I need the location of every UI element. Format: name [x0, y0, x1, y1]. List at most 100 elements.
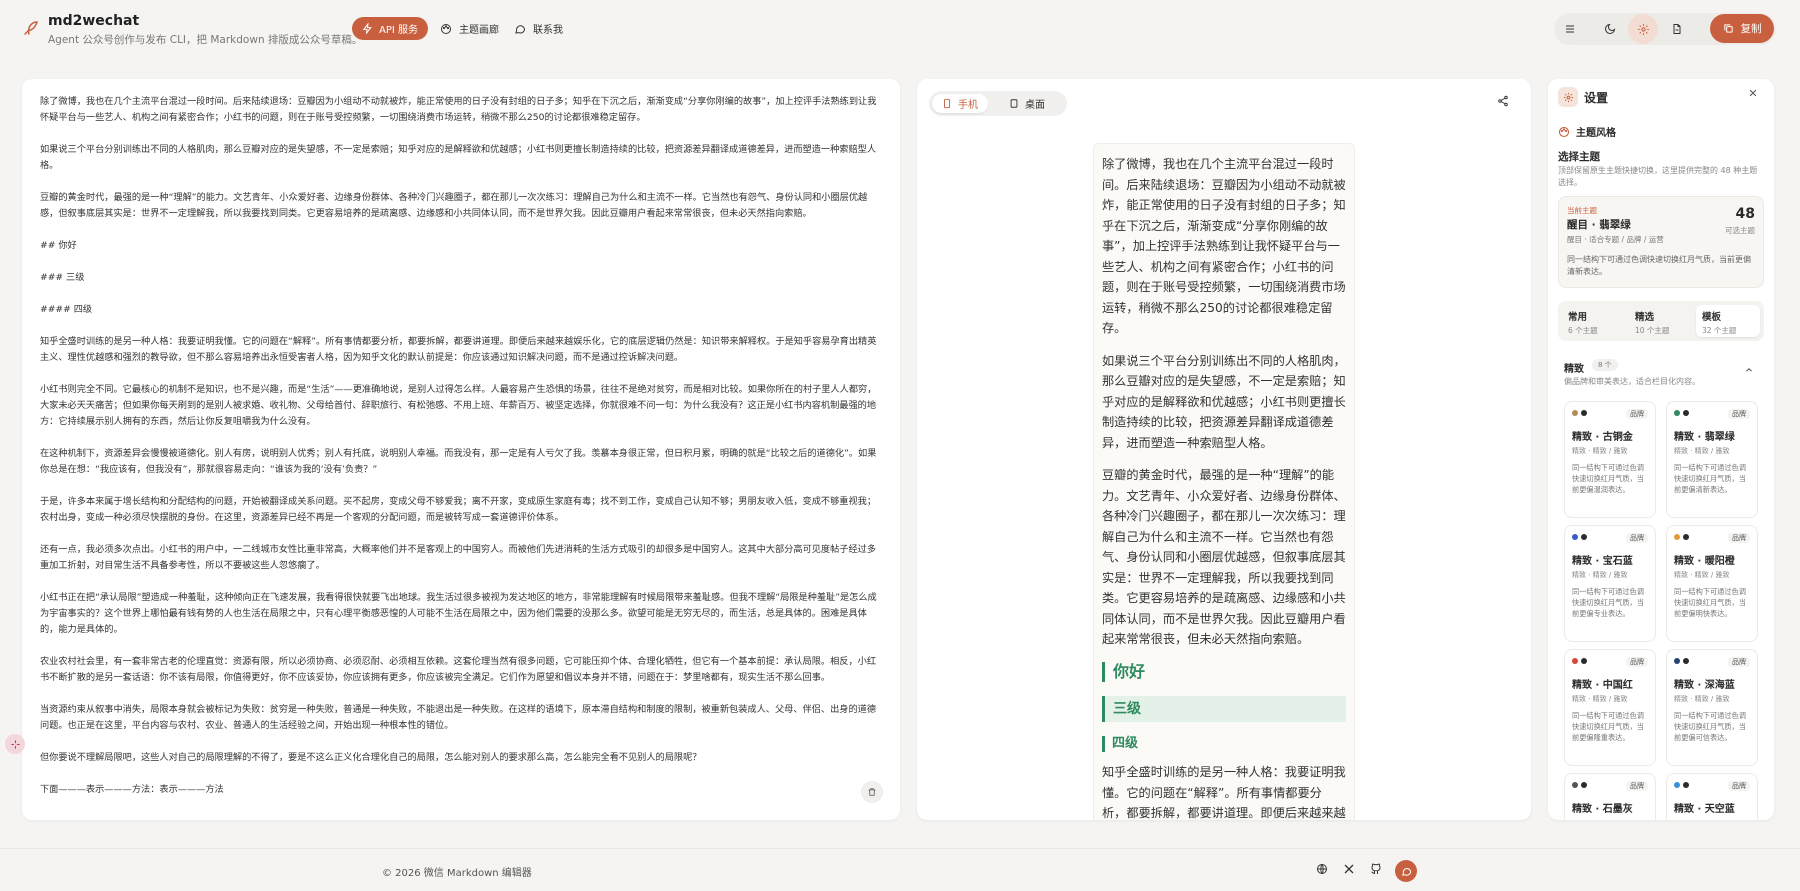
device-desktop-label: 桌面 [1025, 100, 1045, 111]
api-service-button[interactable]: API 服务 [352, 17, 428, 40]
swatch-dot [1572, 658, 1578, 664]
phone-preview: 除了微博，我也在几个主流平台混过一段时间。后来陆续退场：豆瓣因为小组动不动就被炸… [1093, 143, 1355, 820]
swatch-dot [1683, 658, 1689, 664]
tab-label: 模板 [1702, 312, 1722, 323]
editor-line: 于是，许多本来属于增长结构和分配结构的问题，开始被翻译成关系问题。买不起房，变成… [40, 496, 877, 523]
tab-featured[interactable]: 精选 10 个主题 [1629, 305, 1693, 337]
copy-button[interactable]: 复制 [1710, 14, 1774, 43]
theme-gallery-link[interactable]: 主题画廊 [440, 17, 499, 40]
brand[interactable]: md2wechat Agent 公众号创作与发布 CLI，把 Markdown … [48, 13, 362, 47]
swatch-dot [1572, 782, 1578, 788]
phone-article: 除了微博，我也在几个主流平台混过一段时间。后来陆续退场：豆瓣因为小组动不动就被炸… [1094, 144, 1354, 820]
clear-button[interactable] [861, 781, 883, 803]
theme-card[interactable]: 品牌 精致 · 石墨灰 [1564, 773, 1656, 820]
device-mobile-option[interactable]: 手机 [932, 94, 988, 113]
tab-count: 6 个主题 [1568, 326, 1598, 335]
current-theme-name: 醒目 · 翡翠绿 [1567, 219, 1631, 231]
theme-card[interactable]: 品牌 精致 · 宝石蓝 精致 · 精致 / 雅致 同一结构下可通过色调快速切换红… [1564, 525, 1656, 642]
swatch-dot [1674, 410, 1680, 416]
copy-label: 复制 [1740, 23, 1762, 35]
theme-group-header[interactable]: 精致 8 个 偏品牌和审美表达，适合栏目化内容。 [1558, 354, 1764, 394]
menu-button[interactable] [1555, 14, 1585, 44]
swatch-dot [1581, 782, 1587, 788]
menu-icon [1564, 23, 1576, 35]
swatch-dot [1674, 782, 1680, 788]
swatch-dot [1683, 782, 1689, 788]
current-theme-desc: 同一结构下可通过色调快速切换红月气质，当前更偏清新表达。 [1567, 255, 1751, 276]
markdown-editor[interactable]: 除了微博，我也在几个主流平台混过一段时间。后来陆续退场：豆瓣因为小组动不动就被炸… [22, 79, 900, 820]
palette-icon [440, 23, 452, 35]
contact-label: 联系我 [533, 25, 563, 36]
editor-line: 小红书正在把“承认局限”塑造成一种羞耻，这种倾向正在飞速发展，我看得很快就要飞出… [40, 592, 877, 635]
preview-heading-h3: 三级 [1102, 695, 1346, 722]
theme-card[interactable]: 品牌 精致 · 中国红 精致 · 精致 / 雅致 同一结构下可通过色调快速切换红… [1564, 649, 1656, 766]
export-button[interactable] [1662, 14, 1692, 44]
x-link[interactable] [1343, 863, 1355, 875]
close-icon [1748, 88, 1758, 98]
share-button[interactable] [1497, 95, 1509, 107]
group-count-badge: 8 个 [1592, 359, 1618, 371]
editor-line: 当资源约束从叙事中消失，局限本身就会被标记为失败：贫穷是一种失败，普通是一种失败… [40, 704, 877, 731]
preview-paragraph: 除了微博，我也在几个主流平台混过一段时间。后来陆续退场：豆瓣因为小组动不动就被炸… [1102, 157, 1346, 335]
settings-close-button[interactable] [1748, 88, 1758, 98]
theme-meta: 精致 · 精致 / 雅致 [1674, 695, 1730, 703]
tab-common[interactable]: 常用 6 个主题 [1562, 305, 1626, 337]
editor-content[interactable]: 除了微博，我也在几个主流平台混过一段时间。后来陆续退场：豆瓣因为小组动不动就被炸… [22, 79, 900, 798]
editor-line: 如果说三个平台分别训练出不同的人格肌肉，那么豆瓣对应的是失望感，不一定是索赔；知… [40, 144, 877, 171]
theme-card[interactable]: 品牌 精致 · 天空蓝 [1666, 773, 1758, 820]
theme-tabs: 常用 6 个主题 精选 10 个主题 模板 32 个主题 [1558, 301, 1764, 341]
preview-paragraph: 如果说三个平台分别训练出不同的人格肌肉，那么豆瓣对应的是失望感，不一定是索赔；知… [1102, 353, 1346, 450]
current-theme-meta: 醒目 · 适合专题 / 品牌 / 运营 [1567, 235, 1664, 244]
theme-card[interactable]: 品牌 精致 · 深海蓝 精致 · 精致 / 雅致 同一结构下可通过色调快速切换红… [1666, 649, 1758, 766]
theme-card[interactable]: 品牌 精致 · 暖阳橙 精致 · 精致 / 雅致 同一结构下可通过色调快速切换红… [1666, 525, 1758, 642]
theme-count: 48 [1735, 206, 1755, 222]
copy-icon [1723, 23, 1734, 34]
theme-badge: 品牌 [1728, 533, 1750, 543]
device-toggle: 手机 桌面 [929, 91, 1067, 116]
tab-count: 32 个主题 [1702, 326, 1737, 335]
settings-panel: 设置 主题风格 选择主题 顶部保留原生主题快捷切换，这里提供完整的 48 种主题… [1548, 79, 1774, 820]
settings-header-icon [1558, 87, 1578, 107]
device-desktop-option[interactable]: 桌面 [999, 94, 1055, 113]
tablet-icon [1009, 98, 1019, 109]
tab-label: 精选 [1635, 312, 1655, 323]
device-mobile-label: 手机 [958, 100, 978, 111]
chat-button[interactable] [1395, 860, 1417, 882]
swatch-dot [1581, 534, 1587, 540]
editor-line: ### 三级 [40, 272, 85, 283]
trash-icon [867, 787, 877, 797]
current-theme-card: 当前主题 醒目 · 翡翠绿 醒目 · 适合专题 / 品牌 / 运营 48 可选主… [1558, 196, 1764, 288]
theme-card[interactable]: 品牌 精致 · 翡翠绿 精致 · 精致 / 雅致 同一结构下可通过色调快速切换红… [1666, 401, 1758, 518]
theme-card[interactable]: 品牌 精致 · 古铜金 精致 · 精致 / 雅致 同一结构下可通过色调快速切换红… [1564, 401, 1656, 518]
app-header: md2wechat Agent 公众号创作与发布 CLI，把 Markdown … [0, 0, 1800, 56]
tab-templates[interactable]: 模板 32 个主题 [1696, 305, 1760, 337]
share-icon [1497, 95, 1509, 107]
bolt-icon [362, 23, 373, 34]
dark-mode-button[interactable] [1595, 14, 1625, 44]
api-service-label: API 服务 [379, 25, 418, 36]
moon-icon [1604, 23, 1616, 35]
theme-gallery-label: 主题画廊 [459, 25, 499, 36]
theme-badge: 品牌 [1728, 781, 1750, 791]
file-icon [1671, 23, 1683, 35]
swatch-dot [1572, 534, 1578, 540]
github-link[interactable] [1370, 863, 1382, 875]
language-button[interactable] [1316, 863, 1328, 875]
footer: © 2026 微信 Markdown 编辑器 [0, 849, 1800, 891]
preview-panel: 手机 桌面 除了微博，我也在几个主流平台混过一段时间。后来陆续退场：豆瓣因为小组… [917, 79, 1531, 820]
preview-heading-h2: 你好 [1102, 661, 1346, 682]
side-float-button[interactable] [5, 734, 25, 754]
contact-link[interactable]: 联系我 [514, 17, 563, 40]
sparkle-icon [10, 739, 21, 750]
editor-line: 小红书则完全不同。它最核心的机制不是知识，也不是兴趣，而是“生活”——更准确地说… [40, 384, 877, 427]
theme-name: 精致 · 宝石蓝 [1572, 556, 1633, 567]
editor-line: 下面———表示———方法：表示———方法 [40, 784, 224, 795]
settings-button[interactable] [1628, 14, 1658, 44]
theme-meta: 精致 · 精致 / 雅致 [1572, 571, 1628, 579]
theme-badge: 品牌 [1728, 409, 1750, 419]
palette-icon [1558, 123, 1570, 142]
tab-label: 常用 [1568, 312, 1588, 323]
theme-name: 精致 · 深海蓝 [1674, 680, 1735, 691]
copyright-text: © 2026 微信 Markdown 编辑器 [382, 868, 532, 879]
swatch-dot [1581, 410, 1587, 416]
